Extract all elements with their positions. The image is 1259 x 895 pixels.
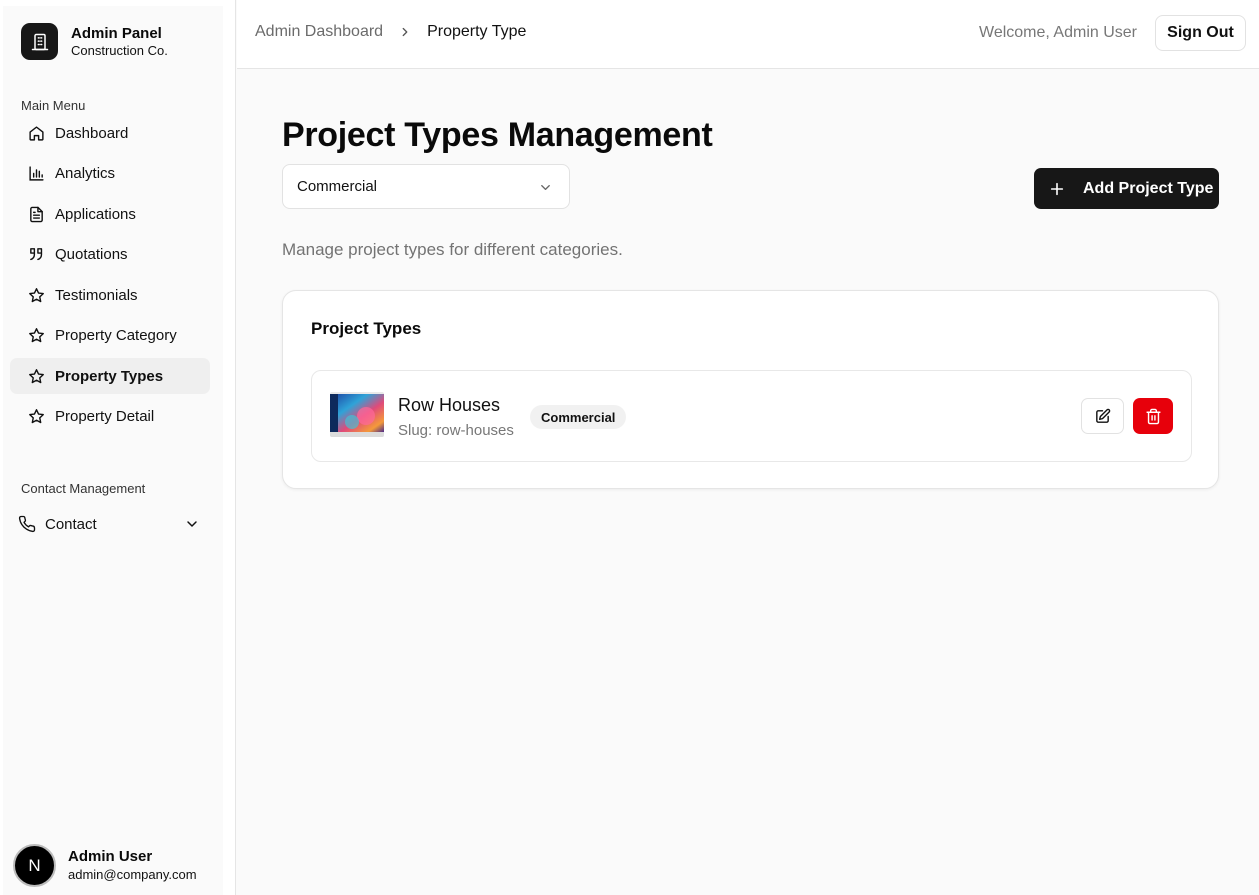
trash-icon: [1145, 408, 1162, 425]
card-title: Project Types: [311, 319, 422, 338]
welcome-text: Welcome, Admin User: [979, 24, 1137, 41]
sign-out-button[interactable]: Sign Out: [1155, 15, 1246, 51]
sidebar-item-quotations[interactable]: Quotations: [10, 237, 210, 273]
building-icon: [21, 23, 58, 60]
sidebar-item-applications[interactable]: Applications: [10, 196, 210, 232]
file-text-icon: [28, 206, 45, 223]
sidebar-item-label: Contact: [45, 515, 97, 533]
user-profile[interactable]: N Admin User admin@company.com: [13, 844, 197, 887]
project-thumbnail: [330, 392, 384, 437]
sidebar-item-property-types[interactable]: Property Types: [10, 358, 210, 394]
breadcrumb: Admin Dashboard Property Type: [255, 23, 526, 41]
contact-management-label: Contact Management: [21, 481, 146, 496]
project-type-slug: Slug: row-houses: [398, 422, 514, 439]
brand-title: Admin Panel: [71, 24, 162, 42]
star-icon: [28, 287, 45, 304]
sidebar-item-testimonials[interactable]: Testimonials: [10, 277, 210, 313]
sidebar-item-dashboard[interactable]: Dashboard: [10, 115, 210, 151]
sidebar-item-label: Property Detail: [55, 408, 155, 425]
breadcrumb-admin-dashboard[interactable]: Admin Dashboard: [255, 23, 383, 41]
edit-button[interactable]: [1081, 398, 1124, 434]
delete-button[interactable]: [1133, 398, 1173, 434]
sidebar-item-label: Applications: [55, 205, 136, 223]
add-project-type-label: Add Project Type: [1083, 179, 1214, 197]
category-badge: Commercial: [530, 405, 627, 429]
main-menu-label: Main Menu: [21, 98, 86, 113]
user-name: Admin User: [68, 848, 153, 865]
list-item: Row Houses Slug: row-houses Commercial: [311, 370, 1192, 462]
sidebar-item-contact[interactable]: Contact: [10, 506, 210, 542]
home-icon: [28, 125, 45, 142]
edit-icon: [1094, 408, 1111, 425]
top-header: Admin Dashboard Property Type Welcome, A…: [237, 0, 1259, 69]
breadcrumb-current: Property Type: [427, 23, 527, 40]
brand: Admin Panel Construction Co.: [21, 23, 168, 60]
category-select-value: Commercial: [297, 178, 378, 195]
sidebar-item-label: Property Category: [55, 327, 177, 344]
page-title: Project Types Management: [282, 116, 713, 154]
project-types-card: Project Types Row Houses Slug: row-house…: [282, 290, 1219, 489]
chevron-down-icon[interactable]: [184, 516, 200, 536]
quote-icon: [28, 246, 45, 263]
bar-chart-icon: [28, 165, 45, 182]
sidebar-item-property-detail[interactable]: Property Detail: [10, 399, 210, 435]
phone-icon: [18, 515, 36, 533]
sidebar-item-property-category[interactable]: Property Category: [10, 318, 210, 354]
chevron-right-icon: [398, 25, 412, 39]
sidebar-item-label: Quotations: [55, 246, 128, 263]
star-icon: [28, 368, 45, 385]
sidebar-item-label: Dashboard: [55, 124, 129, 142]
plus-icon: [1049, 181, 1065, 197]
sidebar-item-label: Property Types: [55, 367, 164, 385]
avatar: N: [13, 844, 56, 887]
user-email: admin@company.com: [68, 867, 197, 882]
star-icon: [28, 408, 45, 425]
sidebar-item-label: Testimonials: [55, 286, 138, 304]
category-select[interactable]: Commercial: [282, 164, 570, 209]
sidebar-item-label: Analytics: [55, 165, 116, 182]
page-description: Manage project types for different categ…: [282, 240, 623, 259]
brand-subtitle: Construction Co.: [71, 42, 168, 58]
main-nav: Dashboard Analytics Applications Quotati…: [10, 115, 210, 439]
sidebar: Admin Panel Construction Co. Main Menu D…: [0, 0, 236, 895]
sidebar-item-analytics[interactable]: Analytics: [10, 156, 210, 192]
chevron-down-icon: [538, 180, 553, 199]
add-project-type-button[interactable]: Add Project Type: [1034, 168, 1219, 209]
project-type-name: Row Houses: [398, 395, 501, 415]
star-icon: [28, 327, 45, 344]
